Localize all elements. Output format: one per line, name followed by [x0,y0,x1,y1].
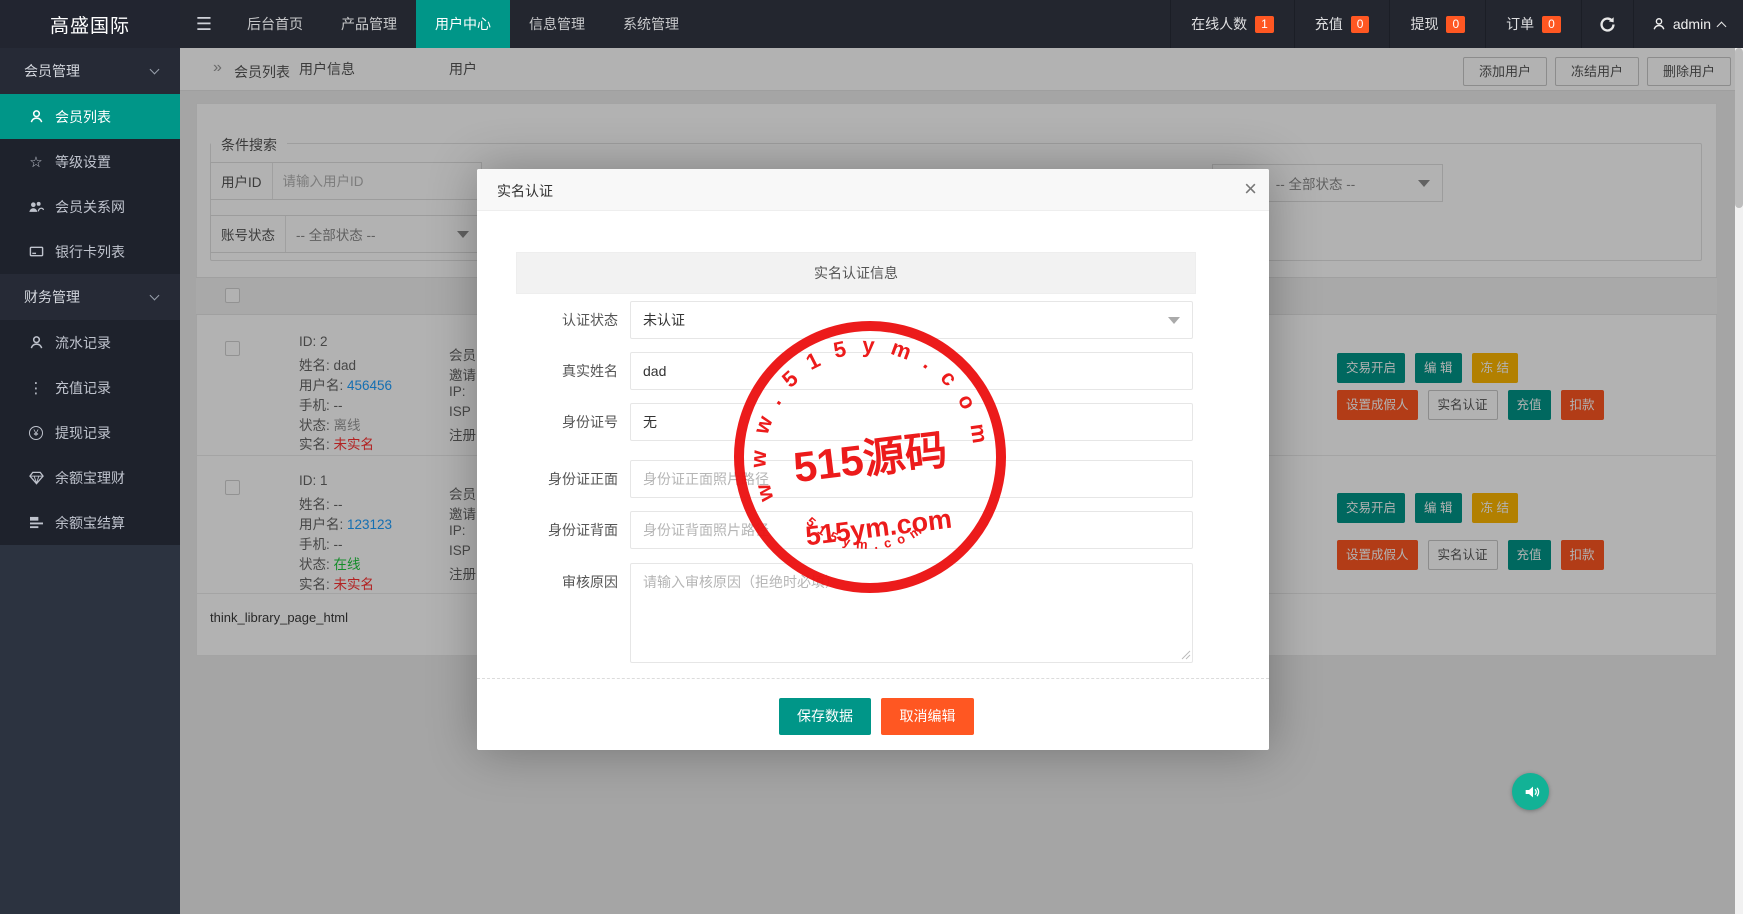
dropdown-triangle-icon [1168,317,1180,324]
app-root: 高盛国际 ☰ 后台首页 产品管理 用户中心 信息管理 系统管理 在线人数 1 充… [0,0,1743,914]
dots-icon: ⋮ [28,379,44,397]
brand-logo: 高盛国际 [0,0,180,48]
stat-online-users[interactable]: 在线人数 1 [1170,0,1294,48]
save-button[interactable]: 保存数据 [779,698,871,735]
tab-user-center[interactable]: 用户中心 [416,0,510,48]
speaker-icon [1521,782,1541,802]
tab-dashboard[interactable]: 后台首页 [228,0,322,48]
hamburger-icon: ☰ [196,14,212,35]
stat-withdraw[interactable]: 提现 0 [1389,0,1485,48]
modal-header: 实名认证 × [477,169,1269,211]
auth-status-label: 认证状态 [497,301,618,339]
status-badge: 1 [1255,16,1274,33]
id-number-label: 身份证号 [497,403,618,441]
sidebar-item-yuebao-settle[interactable]: 余额宝结算 [0,500,180,545]
chevron-down-icon [150,291,160,301]
status-badge: 0 [1446,16,1465,33]
sidebar-item-withdraw-records[interactable]: ¥ 提现记录 [0,410,180,455]
modal-banner: 实名认证信息 [516,252,1196,294]
chevron-down-icon [150,65,160,75]
sidebar-item-member-list[interactable]: 会员列表 [0,94,180,139]
stat-orders[interactable]: 订单 0 [1485,0,1581,48]
tab-system[interactable]: 系统管理 [604,0,698,48]
id-front-label: 身份证正面 [497,460,618,498]
sidebar-item-yuebao-invest[interactable]: 余额宝理财 [0,455,180,500]
resize-grip-icon[interactable] [1180,649,1191,660]
stamp-center-text: 515源码 [791,426,950,491]
modal-title: 实名认证 [497,181,553,201]
refresh-button[interactable] [1581,0,1633,48]
caret-up-icon [1717,21,1727,31]
real-name-label: 真实姓名 [497,352,618,390]
id-back-label: 身份证背面 [497,511,618,549]
watermark-stamp: www.515ym.com 515源码 515ym.com 515ym.com [729,316,1011,598]
close-icon[interactable]: × [1244,176,1257,202]
bars-icon [28,516,44,529]
tab-information[interactable]: 信息管理 [510,0,604,48]
sidebar-item-member-network[interactable]: 会员关系网 [0,184,180,229]
sidebar-item-recharge-records[interactable]: ⋮ 充值记录 [0,365,180,410]
sidebar-toggle-button[interactable]: ☰ [180,0,228,48]
sidebar-item-bank-cards[interactable]: 银行卡列表 [0,229,180,274]
navbar-spacer [698,0,1170,48]
user-icon [28,109,44,124]
user-icon [1652,17,1666,31]
page-scrollbar [1735,48,1743,914]
status-badge: 0 [1351,16,1370,33]
yen-circle-icon: ¥ [28,426,44,440]
stat-recharge[interactable]: 充值 0 [1294,0,1390,48]
sidebar: 会员管理 会员列表 ☆ 等级设置 会员关系网 银行卡列表 财务管理 流水记录 ⋮ [0,48,180,914]
status-badge: 0 [1542,16,1561,33]
refresh-icon [1599,16,1616,33]
sidebar-item-flow-records[interactable]: 流水记录 [0,320,180,365]
modal-footer-divider [477,678,1269,679]
cancel-button[interactable]: 取消编辑 [881,698,974,735]
star-icon: ☆ [28,153,44,171]
user-icon [28,335,44,350]
gem-icon [28,471,44,485]
audit-reason-label: 审核原因 [497,563,618,601]
sidebar-item-level-settings[interactable]: ☆ 等级设置 [0,139,180,184]
sound-toggle-button[interactable] [1512,773,1549,810]
top-navbar: 高盛国际 ☰ 后台首页 产品管理 用户中心 信息管理 系统管理 在线人数 1 充… [0,0,1743,48]
users-icon [28,199,44,214]
bank-card-icon [28,244,44,259]
scrollbar-thumb[interactable] [1735,48,1743,208]
tab-products[interactable]: 产品管理 [322,0,416,48]
user-menu[interactable]: admin [1633,0,1743,48]
sidebar-group-finance[interactable]: 财务管理 [0,274,180,320]
sidebar-group-members[interactable]: 会员管理 [0,48,180,94]
